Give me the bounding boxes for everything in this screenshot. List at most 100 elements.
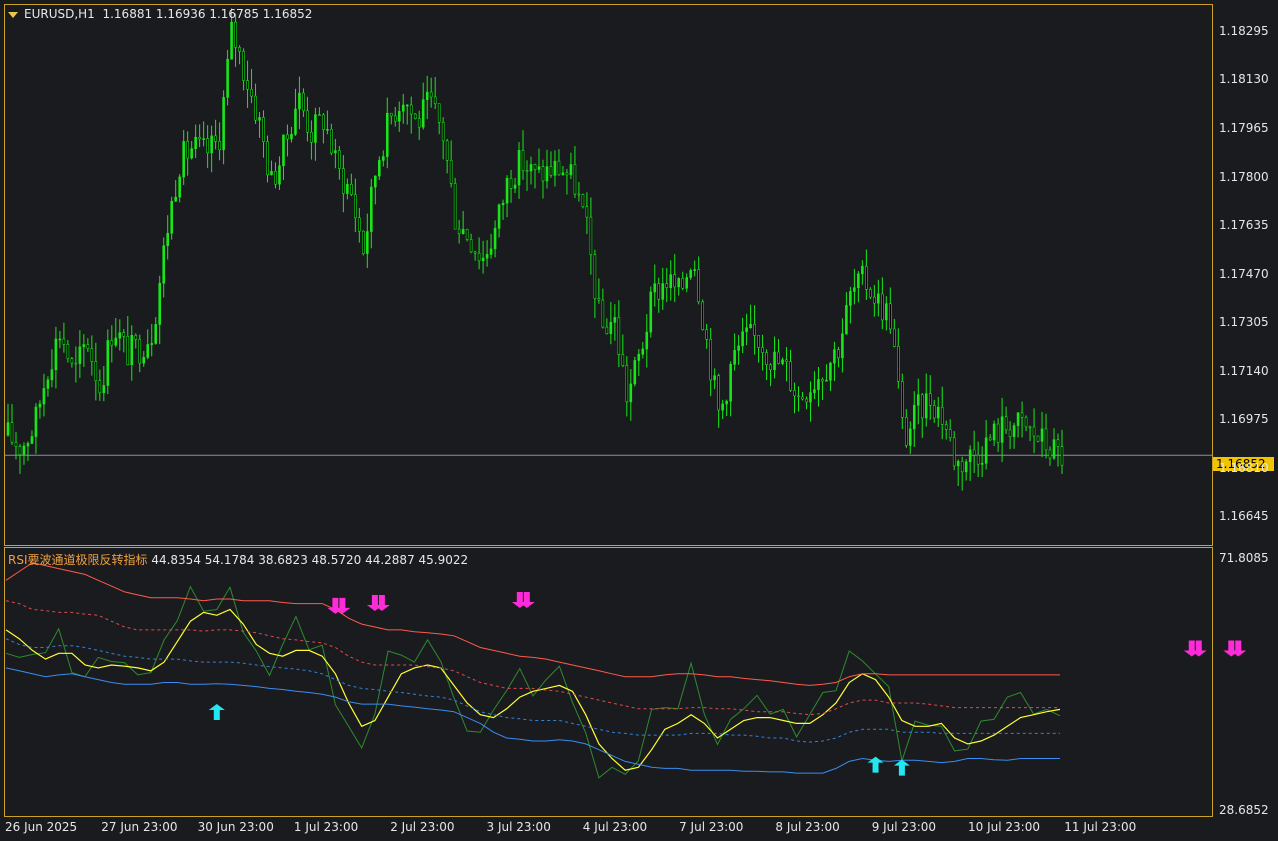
time-tick-label: 1 Jul 23:00 <box>293 820 359 834</box>
candle-body <box>6 422 10 436</box>
candle-body <box>469 239 473 253</box>
time-tick-label: 7 Jul 23:00 <box>679 820 744 834</box>
candle-body <box>433 96 437 105</box>
candle-body <box>733 350 736 365</box>
candle-body <box>673 274 677 288</box>
candle-body <box>1044 428 1048 451</box>
candle-body <box>928 393 932 406</box>
candle-body <box>18 446 22 455</box>
time-tick-label: 9 Jul 23:00 <box>871 820 937 834</box>
candle-body <box>845 305 848 335</box>
candle-body <box>601 299 605 328</box>
candle-body <box>721 403 724 411</box>
candle-body <box>665 283 669 288</box>
candle-body <box>425 91 429 101</box>
candle-body <box>70 358 74 364</box>
candle-body <box>346 184 349 194</box>
candle-body <box>226 58 229 98</box>
candle-body <box>62 338 66 345</box>
candle-body <box>258 117 261 121</box>
price-tick-label: 1.17635 <box>1219 218 1269 233</box>
candle-body <box>801 396 804 400</box>
candle-body <box>397 110 401 122</box>
candle-body <box>889 303 892 330</box>
candle-body <box>689 270 693 278</box>
indicator-header: RSI要波通道极限反转指标 44.8354 54.1784 38.6823 48… <box>8 551 468 568</box>
candle-body <box>669 274 673 288</box>
candle-body <box>912 404 916 430</box>
price-tick-label: 1.16810 <box>1219 460 1269 475</box>
candle-body <box>677 278 681 288</box>
candle-body <box>1060 446 1064 466</box>
candle-body <box>310 131 313 143</box>
candle-body <box>1004 416 1008 431</box>
candle-body <box>833 349 836 364</box>
candle-body <box>881 293 884 321</box>
price-tick-label: 1.17470 <box>1219 266 1269 281</box>
candle-body <box>797 395 800 398</box>
candle-body <box>34 406 38 437</box>
candle-body <box>924 393 928 419</box>
symbol-label: EURUSD,H1 <box>24 7 95 21</box>
candle-body <box>861 265 864 275</box>
candle-body <box>992 423 996 441</box>
time-tick-label: 2 Jul 23:00 <box>390 820 455 834</box>
candle-body <box>326 129 329 131</box>
candle-body <box>936 406 940 419</box>
candle-body <box>729 364 732 402</box>
candle-body <box>298 92 301 110</box>
candle-body <box>617 317 621 355</box>
time-tick-label: 4 Jul 23:00 <box>582 820 648 834</box>
candle-body <box>996 423 1000 443</box>
candle-body <box>829 362 832 381</box>
candle-body <box>537 166 541 170</box>
candle-body <box>649 291 653 333</box>
candle-body <box>1024 416 1028 428</box>
candle-body <box>190 148 193 159</box>
candle-body <box>182 141 185 178</box>
candle-body <box>1028 426 1032 429</box>
time-tick-label: 10 Jul 23:00 <box>968 820 1040 834</box>
candle-body <box>30 436 34 444</box>
candle-body <box>170 200 173 234</box>
candle-body <box>234 21 237 48</box>
triangle-down-icon[interactable] <box>8 11 18 18</box>
candle-body <box>916 394 920 406</box>
candle-body <box>885 303 888 321</box>
candle-body <box>1040 428 1044 442</box>
candle-body <box>1036 435 1040 442</box>
candle-body <box>250 88 253 97</box>
candle-body <box>50 369 54 381</box>
candle-body <box>230 21 233 60</box>
candle-body <box>972 449 976 456</box>
candle-body <box>465 229 469 240</box>
candle-body <box>477 252 481 262</box>
candle-body <box>561 172 565 176</box>
candle-body <box>661 283 665 300</box>
candle-body <box>980 463 984 465</box>
candle-body <box>1048 449 1052 459</box>
candle-body <box>302 92 305 112</box>
indicator-tick-label: 71.8085 <box>1219 551 1269 565</box>
candle-body <box>932 405 936 419</box>
candle-body <box>1012 425 1016 437</box>
candle-body <box>821 379 824 382</box>
candle-body <box>493 227 497 250</box>
candle-body <box>805 398 808 403</box>
candle-body <box>637 353 641 361</box>
candle-body <box>521 150 525 171</box>
candle-body <box>417 118 421 128</box>
candle-body <box>138 339 142 364</box>
candle-body <box>54 338 58 371</box>
candle-body <box>964 461 968 473</box>
candle-body <box>976 454 980 465</box>
candle-body <box>381 156 385 161</box>
candle-body <box>765 352 768 366</box>
candle-body <box>429 91 433 98</box>
candle-body <box>621 354 625 366</box>
candle-body <box>74 362 78 365</box>
time-tick-label: 11 Jul 23:00 <box>1064 820 1137 834</box>
candle-body <box>681 278 685 289</box>
candle-body <box>769 364 772 371</box>
candle-body <box>533 164 537 170</box>
